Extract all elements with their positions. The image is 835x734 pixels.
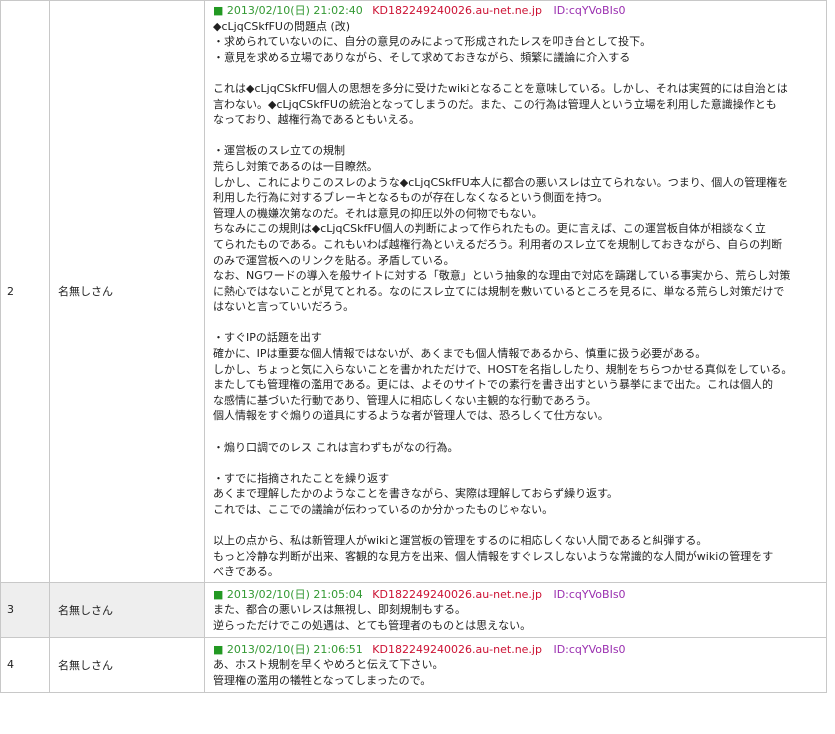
post-row: 3 名無しさん ■ 2013/02/10(日) 21:05:04 KD18224… — [0, 581, 827, 638]
post-text-line — [213, 518, 822, 534]
post-text-line: あくまで理解したかのようなことを書きながら、実際は理解しておらず繰り返す。 — [213, 487, 619, 501]
post-text-line: 利用した行為に対するブレーキとなるものが存在しなくなるという側面を持つ。 — [213, 191, 609, 205]
poster-name: 名無しさん — [49, 636, 205, 693]
post-text-line: これでは、ここでの議論が伝わっているのか分かったものじゃない。 — [213, 503, 554, 516]
post-row: 4 名無しさん ■ 2013/02/10(日) 21:06:51 KD18224… — [0, 636, 827, 693]
post-number: 4 — [0, 636, 50, 693]
post-body: ■ 2013/02/10(日) 21:06:51 KD182249240026.… — [204, 636, 827, 693]
post-text-line: 逆らっただけでこの処遇は、とても管理者のものとは思えない。 — [213, 618, 532, 632]
post-text-line: べきである。 — [213, 565, 279, 579]
post-id-link[interactable]: ID:cqYVoBIs0 — [553, 643, 625, 656]
post-text-line: ・すぐIPの話題を出す — [213, 331, 322, 345]
post-header: ■ 2013/02/10(日) 21:05:04 KD182249240026.… — [213, 587, 822, 603]
post-text-line — [213, 455, 822, 471]
post-text-line: に熱心ではないことが見てとれる。なのにスレ立てには規制を敷いているところを見るに… — [213, 284, 785, 298]
post-host-link[interactable]: KD182249240026.au-net.ne.jp — [372, 4, 542, 17]
poster-name: 名無しさん — [49, 0, 205, 583]
post-text-line — [213, 128, 822, 144]
post-text-line: 管理権の濫用の犠牲となってしまったので。 — [213, 673, 432, 687]
post-text: あ、ホスト規制を早くやめろと伝えて下さい。 管理権の濫用の犠牲となってしまったので… — [213, 657, 822, 688]
post-text-line: ・運営板のスレ立ての規制 — [213, 144, 345, 158]
post-header: ■ 2013/02/10(日) 21:02:40 KD182249240026.… — [213, 3, 822, 19]
post-text-line: 言わない。◆cLjqCSkfFUの統治となってしまうのだ。また、この行為は管理人… — [213, 97, 777, 111]
post-marker-icon: ■ — [213, 4, 224, 17]
post-text: また、都合の悪いレスは無視し、即刻規制もする。 逆らっただけでこの処遇は、とても管… — [213, 602, 822, 633]
post-text-line: 個人情報をすぐ煽りの道具にするような者が管理人では、恐ろしくて仕方ない。 — [213, 409, 609, 423]
post-host-link[interactable]: KD182249240026.au-net.ne.jp — [372, 643, 542, 656]
post-date: 2013/02/10(日) 21:05:04 — [226, 587, 363, 601]
post-text-line: もっと冷静な判断が出来、客観的な見方を出来、個人情報をすぐレスしないような常識的… — [213, 549, 774, 563]
post-text-line: なっており、越権行為であるともいえる。 — [213, 113, 421, 127]
post-text-line: また、都合の悪いレスは無視し、即刻規制もする。 — [213, 603, 466, 617]
post-row: 2 名無しさん ■ 2013/02/10(日) 21:02:40 KD18224… — [0, 0, 827, 583]
post-text-line: ・煽り口調でのレス これは言わずもがなの行為。 — [213, 440, 459, 454]
post-marker-icon: ■ — [213, 587, 224, 601]
poster-name: 名無しさん — [49, 581, 205, 638]
post-text-line: なお、NGワードの導入を般サイトに対する「敬意」という抽象的な理由で対応を躊躇し… — [213, 269, 791, 283]
post-text-line — [213, 424, 822, 440]
post-body: ■ 2013/02/10(日) 21:02:40 KD182249240026.… — [204, 0, 827, 583]
post-text-line — [213, 65, 822, 81]
post-text-line: ちなみにこの規則は◆cLjqCSkfFU個人の判断によって作られたもの。更に言え… — [213, 222, 766, 236]
post-text-line: ◆cLjqCSkfFUの問題点 (改) — [213, 19, 351, 33]
thread-table: 2 名無しさん ■ 2013/02/10(日) 21:02:40 KD18224… — [0, 0, 827, 693]
post-id-link[interactable]: ID:cqYVoBIs0 — [553, 4, 625, 17]
post-text-line: 荒らし対策であるのは一目瞭然。 — [213, 159, 378, 173]
post-text-line: しかし、これによりこのスレのような◆cLjqCSkfFU本人に都合の悪いスレは立… — [213, 175, 789, 189]
post-text-line: ・求められていないのに、自分の意見のみによって形成されたレスを叩き台として投下。 — [213, 35, 652, 49]
post-text-line: 管理人の機嫌次第なのだ。それは意見の抑圧以外の何物でもない。 — [213, 206, 543, 220]
post-text-line: ・すでに指摘されたことを繰り返す — [213, 471, 390, 485]
post-number: 2 — [0, 0, 50, 583]
post-text-line: これは◆cLjqCSkfFU個人の思想を多分に受けたwikiとなることを意味して… — [213, 81, 788, 95]
post-text-line: 確かに、IPは重要な個人情報ではないが、あくまでも個人情報であるから、慎重に扱う… — [213, 347, 707, 361]
post-text-line: またしても管理権の濫用である。更には、よそのサイトでの素行を書き出すという暴挙に… — [213, 378, 774, 392]
post-date: 2013/02/10(日) 21:06:51 — [226, 642, 363, 656]
post-text-line — [213, 315, 822, 331]
post-text-line: てられたものである。これもいわば越権行為といえるだろう。利用者のスレ立てを規制し… — [213, 237, 783, 251]
post-text: ◆cLjqCSkfFUの問題点 (改) ・求められていないのに、自分の意見のみによ… — [213, 19, 822, 580]
post-text-line: ・意見を求める立場でありながら、そして求めておきながら、頻繁に議論に介入する — [213, 50, 631, 64]
post-id-link[interactable]: ID:cqYVoBIs0 — [553, 588, 625, 601]
post-marker-icon: ■ — [213, 642, 224, 656]
post-text-line: はないと言っていいだろう。 — [213, 300, 355, 314]
post-header: ■ 2013/02/10(日) 21:06:51 KD182249240026.… — [213, 642, 822, 658]
post-body: ■ 2013/02/10(日) 21:05:04 KD182249240026.… — [204, 581, 827, 638]
post-text-line: のみで運営板へのリンクを貼る。矛盾している。 — [213, 253, 455, 267]
post-host-link[interactable]: KD182249240026.au-net.ne.jp — [372, 588, 542, 601]
post-number: 3 — [0, 581, 50, 638]
post-text-line: あ、ホスト規制を早くやめろと伝えて下さい。 — [213, 658, 444, 672]
post-text-line: な感情に基づいた行動であり、管理人に相応しくない主観的な行動であろう。 — [213, 393, 597, 407]
post-text-line: 以上の点から、私は新管理人がwikiと運営板の管理をするのに相応しくない人間であ… — [213, 534, 708, 548]
post-date: 2013/02/10(日) 21:02:40 — [226, 4, 363, 17]
post-text-line: しかし、ちょっと気に入らないことを書かれただけで、HOSTを名指ししたり、規制を… — [213, 362, 793, 376]
